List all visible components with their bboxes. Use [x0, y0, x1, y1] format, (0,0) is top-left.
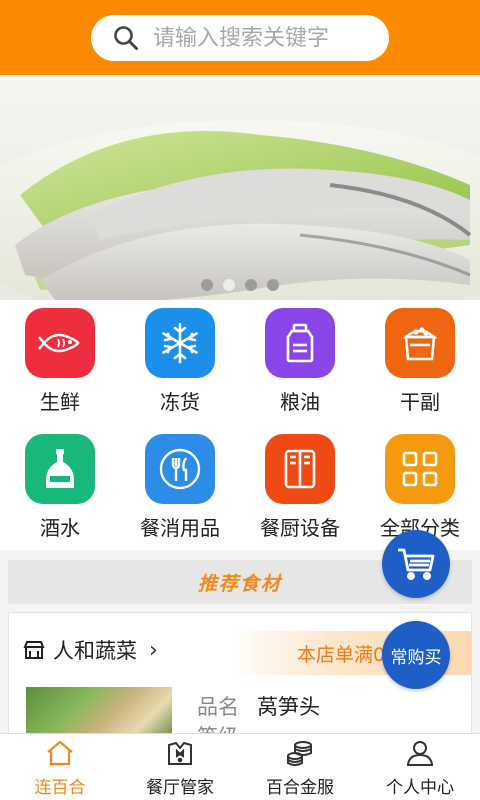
fridge-icon [265, 434, 335, 504]
banner-pagination [0, 279, 480, 291]
search-input[interactable] [153, 25, 353, 51]
category-label: 冻货 [160, 390, 200, 414]
category-dry-goods[interactable]: 干副 [360, 308, 480, 415]
user-icon [406, 741, 434, 766]
cart-button[interactable] [382, 530, 450, 598]
category-label: 酒水 [40, 516, 80, 540]
pagination-dot[interactable] [267, 279, 279, 291]
home-icon [47, 740, 73, 766]
category-grain-oil[interactable]: 粮油 [240, 308, 360, 415]
app-screen: 生鲜 冻货 粮油 干副 酒水 [0, 0, 480, 800]
search-icon [114, 26, 138, 50]
coins-icon [287, 741, 312, 766]
nav-label: 个人中心 [386, 778, 454, 798]
category-drinks[interactable]: 酒水 [0, 434, 120, 541]
nav-item-finance[interactable]: 百合金服 [240, 734, 360, 800]
nav-item-home[interactable]: 连百合 [0, 734, 120, 800]
category-tableware[interactable]: 餐消用品 [120, 434, 240, 541]
search-box[interactable] [91, 15, 389, 61]
category-frozen[interactable]: 冻货 [120, 308, 240, 415]
category-label: 餐消用品 [140, 516, 220, 540]
nav-item-butler[interactable]: 餐厅管家 [120, 734, 240, 800]
nav-item-profile[interactable]: 个人中心 [360, 734, 480, 800]
fish-icon [25, 308, 95, 378]
pagination-dot[interactable] [245, 279, 257, 291]
grid-icon [385, 434, 455, 504]
fish-photo [0, 120, 480, 300]
store-link[interactable]: 人和蔬菜 › [23, 635, 158, 665]
category-kitchen-equipment[interactable]: 餐厨设备 [240, 434, 360, 541]
category-fresh[interactable]: 生鲜 [0, 308, 120, 415]
cart-icon [398, 548, 435, 580]
product-name-value: 莴笋头 [257, 695, 320, 719]
category-label: 粮油 [280, 390, 320, 414]
product-name-key: 品名 [197, 695, 239, 719]
pagination-dot[interactable] [201, 279, 213, 291]
cutlery-icon [145, 434, 215, 504]
store-name: 人和蔬菜 [53, 639, 137, 663]
snowflake-icon [145, 308, 215, 378]
recommend-title: 推荐食材 [197, 572, 282, 595]
category-grid: 生鲜 冻货 粮油 干副 酒水 餐消用品 餐厨设备 全部分类 [0, 300, 480, 550]
nav-label: 餐厅管家 [146, 778, 214, 798]
category-label: 干副 [400, 390, 440, 414]
pagination-dot-active[interactable] [223, 279, 235, 291]
butler-icon [168, 741, 192, 765]
bottom-nav: 连百合 餐厅管家 百合金服 个人中心 [0, 733, 480, 800]
category-label: 生鲜 [40, 390, 80, 414]
banner-image[interactable] [0, 75, 480, 300]
nav-label: 连百合 [34, 778, 86, 798]
wine-bottle-icon [25, 434, 95, 504]
chevron-right-icon: › [149, 637, 158, 663]
category-label: 餐厨设备 [260, 516, 340, 540]
nav-label: 百合金服 [266, 778, 334, 798]
category-all[interactable]: 全部分类 [360, 434, 480, 541]
frequent-buy-button[interactable]: 常购买 [382, 621, 450, 689]
oil-bottle-icon [265, 308, 335, 378]
grain-bag-icon [385, 308, 455, 378]
store-icon [23, 641, 45, 659]
top-bar [0, 0, 480, 75]
